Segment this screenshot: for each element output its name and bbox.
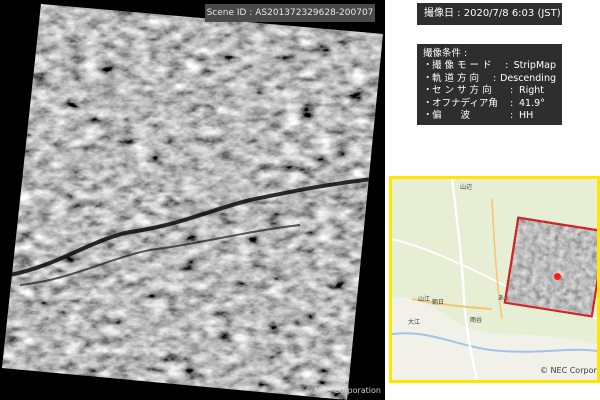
condition-bullet: ・ — [423, 85, 433, 96]
condition-bullet: ・ — [423, 110, 433, 121]
sar-image-panel: Scene ID : AS201372329628-200707 © NEC C… — [0, 0, 385, 400]
capture-conditions-panel: 撮像条件 : ・ 撮 像 モ ー ド : StripMap ・ 軌 道 方 向 … — [417, 44, 562, 125]
map-place-label: 山辺 — [460, 184, 473, 191]
condition-row-offnadir: ・ オフナディア角 : 41.9° — [423, 98, 556, 111]
scene-footprint — [503, 216, 597, 318]
condition-value: Descending — [500, 72, 556, 84]
location-marker — [554, 273, 561, 280]
copyright-icon: © — [304, 386, 313, 395]
condition-bullet: ・ — [423, 60, 433, 71]
capture-conditions-title: 撮像条件 : — [423, 48, 468, 59]
image-credit-text: NEC Corporation — [314, 386, 381, 395]
condition-row-orbit: ・ 軌 道 方 向 : Descending — [423, 73, 556, 86]
capture-date-label: 撮像日 : 2020/7/8 6:03 (JST) — [417, 3, 562, 25]
condition-bullet: ・ — [423, 97, 433, 109]
map-place-label: 大江 — [408, 319, 421, 326]
condition-row-mode: ・ 撮 像 モ ー ド : StripMap — [423, 60, 556, 73]
condition-colon: : — [505, 60, 509, 71]
map-place-label: 朝日 — [432, 299, 445, 306]
image-credit: © NEC Corporation — [305, 386, 381, 395]
condition-value: 41.9° — [519, 97, 545, 109]
condition-value: Right — [519, 85, 545, 96]
scene-id-label: Scene ID : AS201372329628-200707 — [205, 4, 375, 22]
map-place-label: 雨谷 — [470, 317, 483, 324]
condition-colon: : — [510, 97, 514, 109]
condition-label: 偏 波 — [432, 110, 471, 121]
condition-value: StripMap — [513, 60, 556, 71]
map-credit: © NEC Corporation — [540, 366, 597, 375]
condition-label: 撮 像 モ ー ド — [432, 60, 492, 71]
condition-label: 軌 道 方 向 — [432, 72, 480, 84]
condition-label: オフナディア角 — [432, 97, 498, 109]
map-place-label: 山江 — [418, 296, 431, 303]
condition-colon: : — [510, 85, 514, 96]
condition-label: セ ン サ 方 向 — [432, 85, 492, 96]
condition-row-sensor: ・ セ ン サ 方 向 : Right — [423, 85, 556, 98]
sar-image — [2, 4, 383, 400]
location-map: 山辺 朝日 大江 山江 あさひ 雨谷 © NEC Corporation — [389, 176, 600, 383]
condition-colon: : — [493, 72, 497, 84]
condition-row-polarization: ・ 偏 波 : HH — [423, 110, 556, 123]
scene-footprint-image — [505, 218, 597, 318]
condition-bullet: ・ — [423, 72, 433, 84]
condition-value: HH — [519, 110, 534, 121]
condition-colon: : — [510, 110, 514, 121]
